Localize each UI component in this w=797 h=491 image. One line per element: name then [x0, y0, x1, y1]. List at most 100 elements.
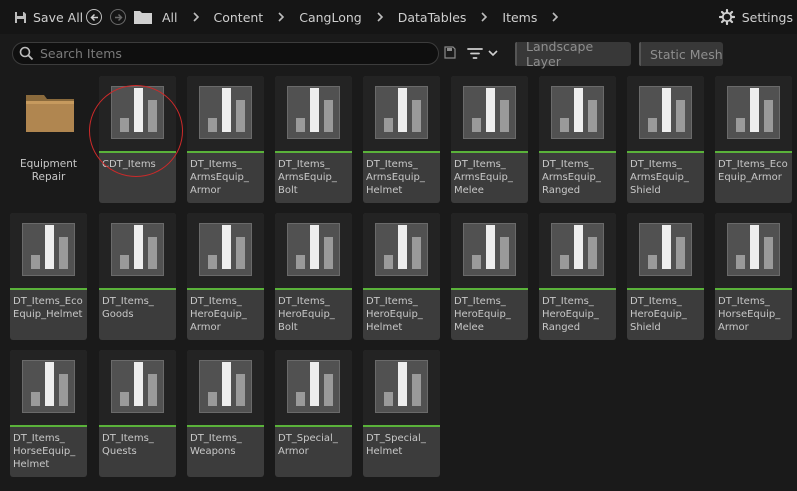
data-table-icon — [111, 86, 164, 139]
asset-type-bar — [627, 288, 704, 290]
asset-label: DT_Items_ ArmsEquip_ Melee — [454, 159, 513, 196]
asset-tile[interactable]: DT_Items_ ArmsEquip_ Melee — [451, 76, 528, 203]
asset-thumbnail — [363, 76, 440, 151]
asset-tile[interactable]: DT_Special_ Armor — [275, 350, 352, 477]
asset-label: DT_Items_Eco Equip_Helmet — [13, 296, 83, 320]
asset-type-bar — [187, 288, 264, 290]
asset-tile[interactable]: DT_Items_ ArmsEquip_ Armor — [187, 76, 264, 203]
asset-type-bar — [275, 425, 352, 427]
asset-type-bar — [627, 151, 704, 153]
asset-thumbnail — [99, 76, 176, 151]
asset-label: DT_Items_ ArmsEquip_ Bolt — [278, 159, 337, 196]
asset-label: DT_Items_ HorseEquip_ Armor — [718, 296, 781, 333]
asset-label: DT_Items_ ArmsEquip_ Ranged — [542, 159, 601, 196]
asset-label: DT_Items_Eco Equip_Armor — [718, 159, 788, 183]
asset-type-bar — [363, 151, 440, 153]
asset-tile[interactable]: DT_Items_ ArmsEquip_ Ranged — [539, 76, 616, 203]
data-table-icon — [287, 86, 340, 139]
asset-type-bar — [715, 288, 792, 290]
asset-tile[interactable]: DT_Items_Eco Equip_Helmet — [10, 213, 87, 340]
asset-label: DT_Items_ ArmsEquip_ Helmet — [366, 159, 425, 196]
asset-label: DT_Items_ ArmsEquip_ Shield — [630, 159, 689, 196]
data-table-icon — [111, 360, 164, 413]
asset-type-bar — [99, 425, 176, 427]
asset-tile[interactable]: DT_Special_ Helmet — [363, 350, 440, 477]
asset-label: DT_Items_ Goods — [102, 296, 154, 320]
asset-tile[interactable]: DT_Items_ HeroEquip_ Armor — [187, 213, 264, 340]
asset-label: CDT_Items — [102, 159, 156, 170]
asset-label: DT_Special_ Helmet — [366, 433, 426, 457]
asset-type-bar — [99, 288, 176, 290]
data-table-icon — [287, 360, 340, 413]
asset-tile[interactable]: DT_Items_ HorseEquip_ Armor — [715, 213, 792, 340]
asset-label: DT_Items_ HeroEquip_ Shield — [630, 296, 687, 333]
asset-label: DT_Items_ HeroEquip_ Melee — [454, 296, 511, 333]
asset-tile[interactable]: DT_Items_ HeroEquip_ Bolt — [275, 213, 352, 340]
asset-type-bar — [187, 151, 264, 153]
asset-tile[interactable]: DT_Items_ HeroEquip_ Melee — [451, 213, 528, 340]
asset-tile[interactable]: DT_Items_ HeroEquip_ Helmet — [363, 213, 440, 340]
asset-label: DT_Items_ Weapons — [190, 433, 242, 457]
data-table-icon — [727, 86, 780, 139]
asset-thumbnail — [539, 76, 616, 151]
asset-tile[interactable]: DT_Items_ HorseEquip_ Helmet — [10, 350, 87, 477]
asset-type-bar — [10, 425, 87, 427]
data-table-icon — [639, 86, 692, 139]
asset-thumbnail — [99, 350, 176, 425]
data-table-icon — [22, 360, 75, 413]
data-table-icon — [375, 223, 428, 276]
asset-label: DT_Items_ HorseEquip_ Helmet — [13, 433, 76, 470]
data-table-icon — [375, 86, 428, 139]
asset-grid: Equipment Repair CDT_Items DT_Items_ Arms… — [0, 0, 797, 491]
asset-type-bar — [363, 288, 440, 290]
asset-label: DT_Items_ HeroEquip_ Bolt — [278, 296, 335, 333]
folder-tile[interactable]: Equipment Repair — [10, 76, 87, 203]
asset-type-bar — [539, 288, 616, 290]
asset-thumbnail — [715, 213, 792, 288]
asset-thumbnail — [715, 76, 792, 151]
data-table-icon — [111, 223, 164, 276]
asset-type-bar — [275, 151, 352, 153]
asset-type-bar — [187, 425, 264, 427]
asset-label: DT_Items_ ArmsEquip_ Armor — [190, 159, 249, 196]
asset-type-bar — [275, 288, 352, 290]
asset-thumbnail — [187, 350, 264, 425]
data-table-icon — [287, 223, 340, 276]
asset-thumbnail — [99, 213, 176, 288]
asset-tile[interactable]: DT_Items_ Quests — [99, 350, 176, 477]
asset-tile[interactable]: CDT_Items — [99, 76, 176, 203]
asset-type-bar — [363, 425, 440, 427]
asset-tile[interactable]: DT_Items_ ArmsEquip_ Helmet — [363, 76, 440, 203]
asset-tile[interactable]: DT_Items_Eco Equip_Armor — [715, 76, 792, 203]
asset-thumbnail — [275, 213, 352, 288]
asset-thumbnail — [539, 213, 616, 288]
data-table-icon — [375, 360, 428, 413]
asset-type-bar — [99, 151, 176, 153]
asset-tile[interactable]: DT_Items_ ArmsEquip_ Shield — [627, 76, 704, 203]
asset-thumbnail — [627, 76, 704, 151]
data-table-icon — [727, 223, 780, 276]
data-table-icon — [22, 223, 75, 276]
asset-thumbnail — [363, 213, 440, 288]
asset-thumbnail — [451, 76, 528, 151]
asset-tile[interactable]: DT_Items_ HeroEquip_ Ranged — [539, 213, 616, 340]
data-table-icon — [551, 223, 604, 276]
asset-tile[interactable]: DT_Items_ Weapons — [187, 350, 264, 477]
folder-icon — [26, 95, 74, 132]
asset-label: DT_Items_ HeroEquip_ Armor — [190, 296, 247, 333]
data-table-icon — [463, 86, 516, 139]
data-table-icon — [463, 223, 516, 276]
asset-tile[interactable]: DT_Items_ Goods — [99, 213, 176, 340]
folder-label: Equipment Repair — [20, 158, 77, 183]
asset-type-bar — [539, 151, 616, 153]
asset-thumbnail — [275, 76, 352, 151]
asset-tile[interactable]: DT_Items_ HeroEquip_ Shield — [627, 213, 704, 340]
data-table-icon — [199, 223, 252, 276]
asset-label: DT_Items_ HeroEquip_ Ranged — [542, 296, 599, 333]
data-table-icon — [199, 86, 252, 139]
data-table-icon — [639, 223, 692, 276]
asset-tile[interactable]: DT_Items_ ArmsEquip_ Bolt — [275, 76, 352, 203]
data-table-icon — [551, 86, 604, 139]
asset-thumbnail — [627, 213, 704, 288]
asset-type-bar — [10, 288, 87, 290]
